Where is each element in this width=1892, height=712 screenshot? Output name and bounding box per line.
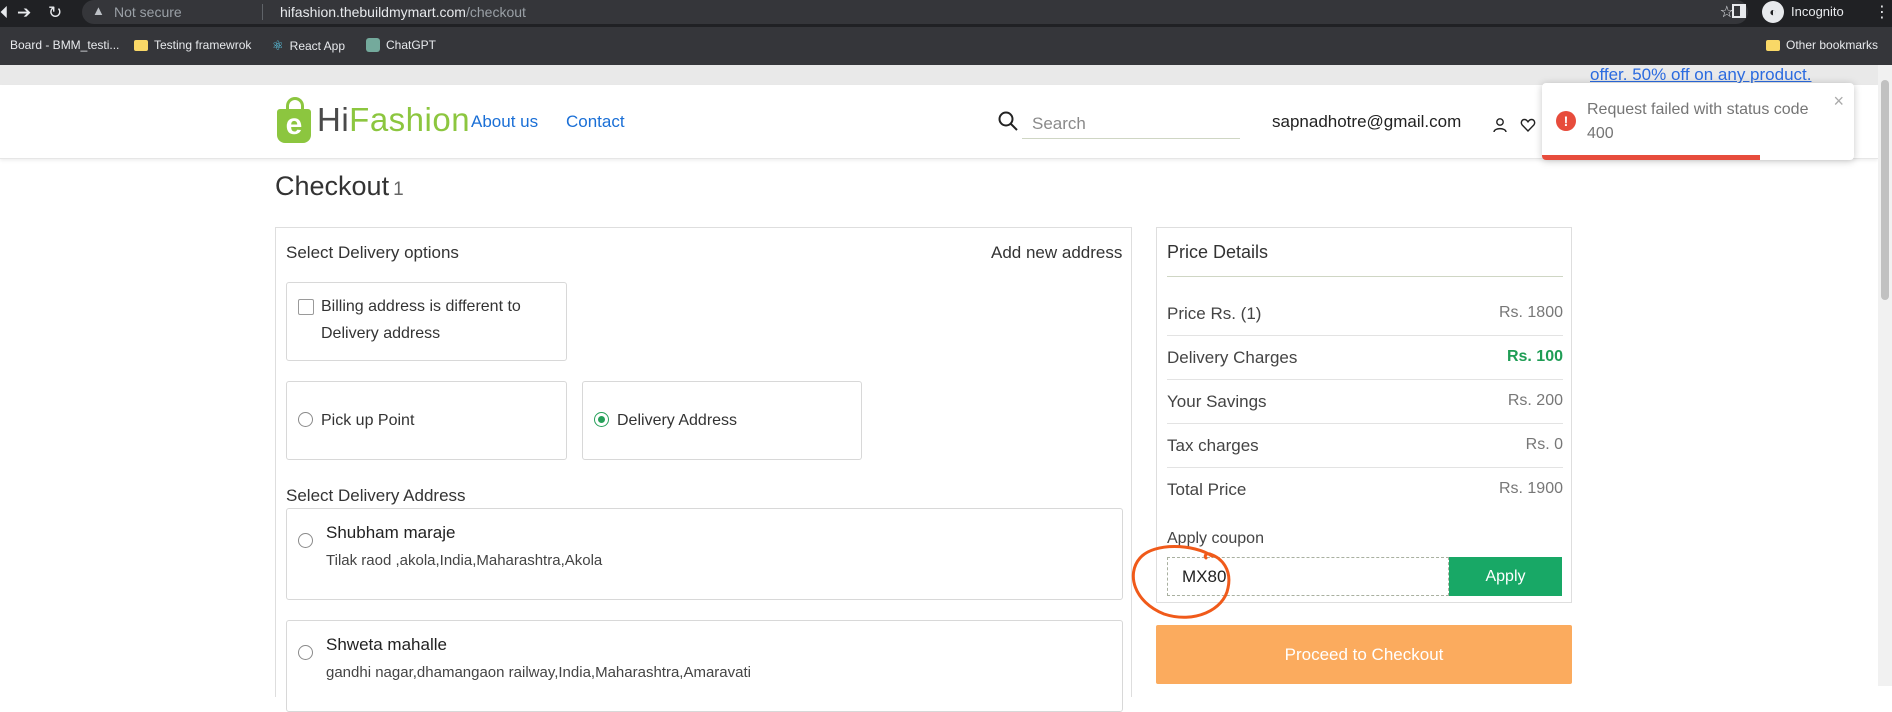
delivery-address-option[interactable]: Delivery Address — [582, 381, 862, 460]
price-row-value: Rs. 100 — [1506, 348, 1563, 365]
proceed-to-checkout-button[interactable]: Proceed to Checkout — [1156, 625, 1572, 684]
search-input[interactable] — [1022, 109, 1240, 139]
add-new-address-link[interactable]: Add new address — [991, 243, 1122, 263]
delivery-radio[interactable] — [594, 412, 609, 427]
address-name: Shubham maraje — [326, 523, 456, 542]
folder-icon — [1766, 39, 1780, 51]
scrollbar-thumb[interactable] — [1881, 80, 1889, 300]
price-row-label: Tax charges — [1167, 436, 1259, 455]
security-label: Not secure — [114, 4, 182, 20]
price-details-title: Price Details — [1167, 242, 1269, 262]
search-icon[interactable] — [998, 111, 1018, 131]
price-row: Tax charges Rs. 0 — [1167, 424, 1563, 468]
logo-text-fashion: Fashion — [349, 101, 471, 138]
delivery-panel: Select Delivery options Add new address … — [275, 227, 1132, 712]
bookmark-label: Other bookmarks — [1786, 38, 1879, 52]
pickup-point-option[interactable]: Pick up Point — [286, 381, 567, 460]
address-line: Tilak raod ,akola,India,Maharashtra,Akol… — [326, 552, 603, 569]
omnibox-divider — [262, 4, 263, 20]
price-row-value: Rs. 1900 — [1498, 480, 1563, 497]
delivery-options-heading: Select Delivery options — [286, 243, 459, 262]
billing-checkbox[interactable] — [298, 299, 314, 315]
page-content: offer. 50% off on any product. e HiFashi… — [0, 65, 1878, 712]
other-bookmarks[interactable]: Other bookmarks — [1766, 38, 1878, 52]
shopping-bag-icon: e — [275, 97, 313, 143]
bookmark-label: Testing framewrok — [154, 38, 252, 52]
side-panel-icon[interactable] — [1732, 4, 1746, 18]
heart-icon[interactable] — [1520, 117, 1536, 133]
price-row: Delivery Charges Rs. 100 — [1167, 336, 1563, 380]
price-row-label: Total Price — [1167, 480, 1247, 499]
warning-icon: ▲ — [92, 3, 105, 18]
reload-icon[interactable]: ↻ — [48, 3, 62, 23]
bookmark-label: ChatGPT — [386, 38, 437, 52]
user-icon[interactable] — [1492, 117, 1508, 133]
address-radio[interactable] — [298, 533, 313, 548]
close-icon[interactable]: × — [1833, 91, 1844, 112]
bookmark-item[interactable]: ⚛ React App — [272, 38, 345, 54]
chatgpt-icon — [366, 38, 380, 52]
bookmarks-bar: Board - BMM_testi... Testing framewrok ⚛… — [0, 27, 1892, 65]
bookmark-item[interactable]: Testing framewrok — [134, 38, 251, 52]
price-row-value: Rs. 1800 — [1498, 304, 1563, 321]
incognito-icon[interactable]: ◐ — [1762, 1, 1784, 23]
address-line: gandhi nagar,dhamangaon railway,India,Ma… — [326, 664, 751, 681]
toast-progress-bar — [1542, 155, 1760, 160]
folder-icon — [134, 39, 148, 51]
url-path: /checkout — [465, 4, 526, 20]
error-icon: ! — [1556, 111, 1576, 131]
apply-coupon-button[interactable]: Apply — [1449, 557, 1562, 596]
price-details-panel: Price Details Price Rs. (1) Rs. 1800 Del… — [1156, 227, 1572, 603]
select-address-heading: Select Delivery Address — [286, 486, 466, 505]
offer-link[interactable]: offer. 50% off on any product. — [1590, 65, 1811, 85]
price-row-label: Price Rs. (1) — [1167, 304, 1262, 323]
billing-checkbox-label: Billing address is different to Delivery… — [321, 298, 521, 342]
logo-mark: e — [277, 109, 311, 143]
bookmark-label: React App — [289, 39, 346, 53]
browser-toolbar: ⏴ ➔ ↻ ▲ Not secure hifashion.thebuildmym… — [0, 0, 1892, 27]
nav-contact[interactable]: Contact — [566, 112, 625, 132]
price-row-label: Your Savings — [1167, 392, 1267, 411]
delivery-label: Delivery Address — [617, 412, 738, 429]
page-scrollbar[interactable] — [1878, 65, 1892, 686]
address-name: Shweta mahalle — [326, 635, 447, 654]
logo-text: HiFashion — [317, 101, 470, 139]
pickup-radio[interactable] — [298, 412, 313, 427]
checkout-count: 1 — [393, 179, 404, 200]
pickup-label: Pick up Point — [321, 412, 415, 429]
nav-about-us[interactable]: About us — [471, 112, 538, 132]
bookmark-item[interactable]: Board - BMM_testi... — [10, 38, 119, 52]
toast-message: Request failed with status code 400 — [1587, 101, 1809, 142]
bookmark-label: Board - BMM_testi... — [10, 38, 120, 52]
billing-address-option[interactable]: Billing address is different to Delivery… — [286, 282, 567, 361]
forward-arrow-icon[interactable]: ➔ — [17, 3, 31, 23]
site-logo[interactable]: e HiFashion — [275, 97, 470, 143]
back-arrow-icon[interactable]: ⏴ — [0, 3, 9, 23]
page-title: Checkout 1 — [275, 171, 404, 202]
error-toast: ! Request failed with status code 400 × — [1542, 83, 1854, 160]
coupon-label: Apply coupon — [1167, 530, 1264, 547]
logo-text-hi: Hi — [317, 101, 350, 138]
coupon-input[interactable] — [1167, 557, 1449, 596]
address-radio[interactable] — [298, 645, 313, 660]
user-email[interactable]: sapnadhotre@gmail.com — [1272, 112, 1461, 132]
price-row: Total Price Rs. 1900 — [1167, 468, 1563, 512]
incognito-label[interactable]: Incognito — [1791, 4, 1844, 19]
checkout-title: Checkout — [275, 171, 390, 201]
price-row-label: Delivery Charges — [1167, 348, 1298, 367]
address-bar[interactable]: ▲ Not secure hifashion.thebuildmymart.co… — [82, 0, 1748, 24]
title-divider — [1167, 276, 1563, 277]
react-icon: ⚛ — [272, 38, 284, 53]
url-host: hifashion.thebuildmymart.com — [280, 4, 466, 20]
url-text[interactable]: hifashion.thebuildmymart.com/checkout — [280, 4, 526, 20]
address-card[interactable]: Shweta mahalle gandhi nagar,dhamangaon r… — [286, 620, 1123, 712]
price-row-value: Rs. 200 — [1507, 392, 1563, 409]
address-card[interactable]: Shubham maraje Tilak raod ,akola,India,M… — [286, 508, 1123, 600]
price-row: Price Rs. (1) Rs. 1800 — [1167, 292, 1563, 336]
price-row-value: Rs. 0 — [1525, 436, 1563, 453]
menu-icon[interactable]: ⋮ — [1874, 2, 1890, 22]
price-row: Your Savings Rs. 200 — [1167, 380, 1563, 424]
bookmark-item[interactable]: ChatGPT — [366, 38, 436, 52]
